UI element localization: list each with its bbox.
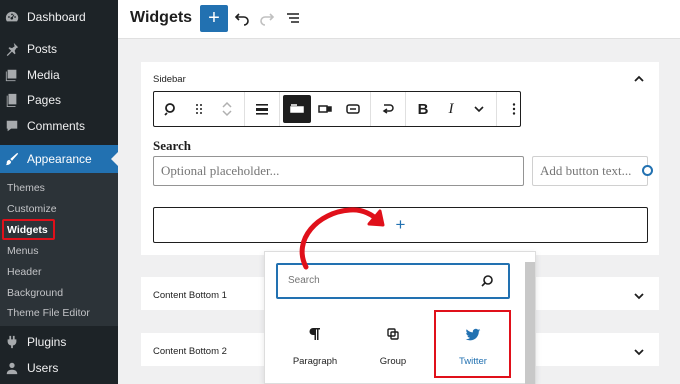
menu-plugins[interactable]: Plugins bbox=[0, 331, 118, 353]
menu-label: Comments bbox=[27, 119, 86, 133]
move-up-down-icon[interactable] bbox=[213, 95, 241, 123]
toolbar-group-block bbox=[154, 92, 245, 126]
search-button-text-input[interactable]: Add button text... bbox=[532, 156, 648, 186]
submenu-menus[interactable]: Menus bbox=[7, 245, 39, 257]
menu-pages[interactable]: Pages bbox=[0, 89, 118, 111]
menu-label: Dashboard bbox=[27, 10, 86, 24]
menu-media[interactable]: Media bbox=[0, 64, 118, 86]
no-button-icon[interactable] bbox=[339, 95, 367, 123]
button-outside-icon[interactable] bbox=[283, 95, 311, 123]
menu-label: Media bbox=[27, 68, 60, 82]
search-icon bbox=[480, 274, 494, 288]
search-block-input[interactable]: Optional placeholder... bbox=[153, 156, 524, 186]
redo-icon[interactable] bbox=[258, 9, 276, 27]
italic-icon[interactable]: I bbox=[437, 95, 465, 123]
appearance-submenu: Themes Customize Widgets Menus Header Ba… bbox=[0, 173, 118, 326]
widget-area-title: Sidebar bbox=[153, 74, 186, 85]
twitter-highlight-box bbox=[434, 310, 511, 378]
menu-label: Appearance bbox=[27, 152, 92, 166]
block-item-group[interactable]: Group bbox=[355, 310, 431, 376]
paragraph-icon bbox=[277, 327, 353, 343]
widget-area-title: Content Bottom 2 bbox=[153, 346, 227, 357]
users-icon bbox=[5, 361, 19, 375]
chevron-down-icon[interactable] bbox=[633, 289, 645, 301]
more-options-icon[interactable] bbox=[500, 95, 528, 123]
block-toolbar: B I bbox=[153, 91, 521, 127]
widget-area-title: Content Bottom 1 bbox=[153, 290, 227, 301]
pin-icon bbox=[5, 42, 19, 56]
button-inside-icon[interactable] bbox=[311, 95, 339, 123]
search-block-label: Search bbox=[153, 138, 192, 153]
plugin-icon bbox=[5, 335, 19, 349]
undo-icon[interactable] bbox=[233, 9, 251, 27]
search-block-icon[interactable] bbox=[157, 95, 185, 123]
menu-label: Pages bbox=[27, 93, 62, 107]
submenu-header[interactable]: Header bbox=[7, 266, 41, 278]
submenu-background[interactable]: Background bbox=[7, 287, 63, 299]
menu-dashboard[interactable]: Dashboard bbox=[0, 6, 118, 28]
menu-appearance[interactable]: Appearance bbox=[0, 145, 118, 173]
menu-comments[interactable]: Comments bbox=[0, 115, 118, 137]
menu-users[interactable]: Users bbox=[0, 357, 118, 379]
dashboard-icon bbox=[5, 10, 19, 24]
media-icon bbox=[5, 68, 19, 82]
more-formats-chevron-icon[interactable] bbox=[465, 95, 493, 123]
block-label: Paragraph bbox=[292, 356, 338, 367]
toolbar-group-align bbox=[245, 92, 280, 126]
toolbar-group-button-position bbox=[280, 92, 371, 126]
bold-icon[interactable]: B bbox=[409, 95, 437, 123]
group-icon bbox=[355, 327, 431, 343]
add-block-button[interactable]: + bbox=[200, 5, 228, 32]
menu-label: Posts bbox=[27, 42, 58, 56]
block-item-paragraph[interactable]: Paragraph bbox=[277, 310, 353, 376]
inserter-search-input[interactable]: Search bbox=[276, 263, 510, 299]
submenu-theme-file-editor[interactable]: Theme File Editor bbox=[7, 307, 90, 319]
icon-button-icon[interactable] bbox=[374, 95, 402, 123]
brush-icon bbox=[5, 152, 19, 166]
submenu-themes[interactable]: Themes bbox=[7, 182, 45, 194]
menu-label: Plugins bbox=[27, 335, 67, 349]
toolbar-group-format: B I bbox=[406, 92, 497, 126]
pages-icon bbox=[5, 93, 19, 107]
list-view-icon[interactable] bbox=[284, 9, 302, 27]
comments-icon bbox=[5, 119, 19, 133]
chevron-up-icon[interactable] bbox=[633, 72, 645, 84]
toolbar-group-link bbox=[371, 92, 406, 126]
chevron-down-icon[interactable] bbox=[633, 345, 645, 357]
toolbar-group-options bbox=[497, 92, 531, 126]
menu-posts[interactable]: Posts bbox=[0, 38, 118, 60]
widgets-highlight-box bbox=[2, 219, 55, 240]
block-inserter-popover: Search Paragraph Group Twitter bbox=[264, 251, 536, 384]
block-label: Group bbox=[379, 356, 407, 367]
page-title: Widgets bbox=[130, 9, 193, 26]
editor-header: Widgets + bbox=[118, 0, 680, 39]
drag-handle-icon[interactable] bbox=[185, 95, 213, 123]
menu-label: Users bbox=[27, 361, 59, 375]
widget-area-sidebar: Sidebar B I Search Optional placeholder.… bbox=[141, 62, 659, 255]
resize-handle[interactable] bbox=[642, 165, 653, 176]
submenu-customize[interactable]: Customize bbox=[7, 203, 57, 215]
align-icon[interactable] bbox=[248, 95, 276, 123]
block-appender-button[interactable]: + bbox=[153, 207, 648, 243]
admin-sidebar: Dashboard Posts Media Pages Comments App… bbox=[0, 0, 118, 384]
inserter-scrollbar[interactable] bbox=[525, 262, 535, 384]
current-menu-arrow bbox=[111, 152, 118, 166]
